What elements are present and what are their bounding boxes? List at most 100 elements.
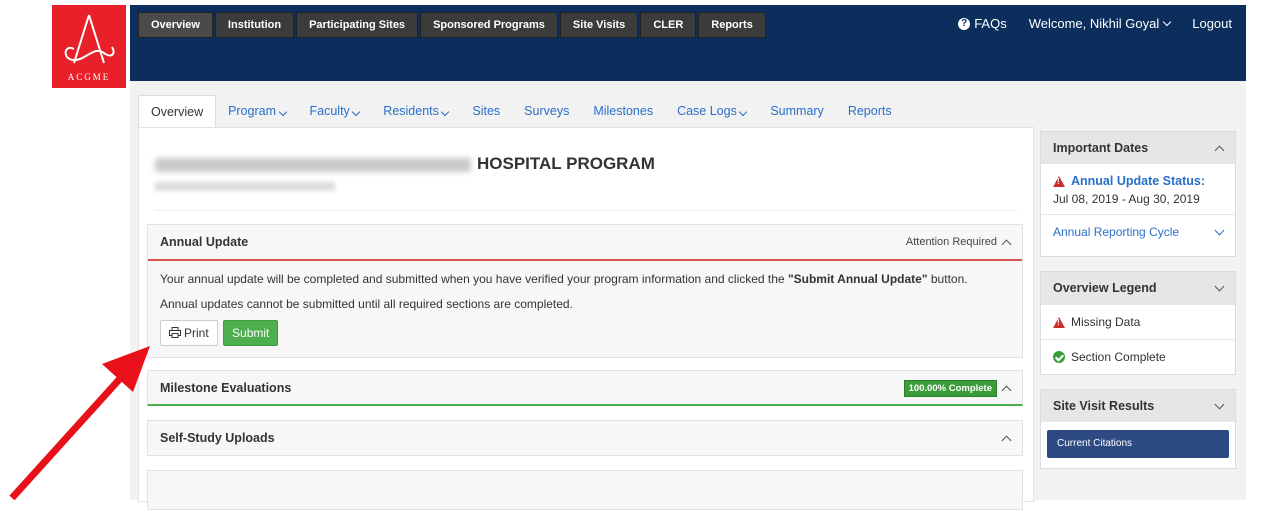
chevron-down-icon: [1214, 281, 1225, 291]
legend-section-complete: Section Complete: [1041, 339, 1235, 374]
chevron-down-icon: [1214, 225, 1225, 235]
overview-legend-title: Overview Legend: [1053, 281, 1157, 295]
arrow-shaft: [9, 369, 129, 500]
tab-reports[interactable]: Reports: [836, 95, 904, 127]
faqs-link[interactable]: ? FAQs: [958, 16, 1007, 31]
chevron-up-icon[interactable]: [1001, 239, 1012, 249]
annual-update-status-link[interactable]: Annual Update Status:: [1071, 174, 1205, 188]
milestone-evaluations-header[interactable]: Milestone Evaluations 100.00% Complete: [148, 371, 1022, 405]
legend-complete-label: Section Complete: [1071, 350, 1166, 364]
annual-update-actions: Print Submit: [148, 320, 1022, 346]
annual-update-instructions: Your annual update will be completed and…: [148, 271, 1022, 287]
annual-reporting-cycle-label: Annual Reporting Cycle: [1053, 225, 1180, 239]
overview-legend-header[interactable]: Overview Legend: [1041, 272, 1235, 304]
welcome-user-dropdown[interactable]: Welcome, Nikhil Goyal: [1028, 16, 1172, 31]
content-area: Overview Program Faculty Residents Sites…: [130, 81, 1246, 510]
chevron-up-icon[interactable]: [1001, 435, 1012, 445]
milestone-evaluations-title: Milestone Evaluations: [160, 381, 292, 395]
tab-residents-label: Residents: [383, 104, 439, 118]
topnav-overview[interactable]: Overview: [138, 12, 213, 38]
next-panel: [147, 470, 1023, 510]
top-header: Overview Institution Participating Sites…: [130, 5, 1246, 81]
question-circle-icon: ?: [958, 17, 971, 30]
annual-update-status-label: Attention Required: [905, 236, 997, 248]
check-circle-icon: [1053, 351, 1065, 363]
annual-reporting-cycle-row[interactable]: Annual Reporting Cycle: [1041, 214, 1235, 249]
divider: [155, 210, 1017, 211]
print-button[interactable]: Print: [160, 320, 218, 346]
redacted-program-subtitle: [155, 182, 335, 191]
redacted-program-name: [155, 157, 471, 172]
annual-update-note: Annual updates cannot be submitted until…: [160, 297, 573, 311]
important-dates-header[interactable]: Important Dates: [1041, 132, 1235, 164]
annual-update-dates: Jul 08, 2019 - Aug 30, 2019: [1053, 192, 1200, 206]
current-citations-button[interactable]: Current Citations: [1047, 430, 1229, 458]
self-study-uploads-header[interactable]: Self-Study Uploads: [148, 421, 1022, 455]
submit-button[interactable]: Submit: [223, 320, 279, 346]
user-menu-area: ? FAQs Welcome, Nikhil Goyal Logout: [958, 16, 1232, 31]
tab-summary[interactable]: Summary: [758, 95, 835, 127]
tab-case-logs-label: Case Logs: [677, 104, 737, 118]
logo-text: ACGME: [67, 72, 111, 82]
faqs-label: FAQs: [974, 16, 1007, 31]
chevron-up-icon[interactable]: [1001, 385, 1012, 395]
instructions-strong: "Submit Annual Update": [787, 272, 928, 286]
topnav-site-visits[interactable]: Site Visits: [559, 12, 639, 38]
overview-legend-card: Overview Legend Missing Data Section Com…: [1040, 271, 1236, 375]
chevron-down-icon: [278, 107, 287, 117]
chevron-down-icon: [1162, 17, 1172, 27]
chevron-up-icon: [1214, 145, 1225, 155]
topnav-cler[interactable]: CLER: [640, 12, 697, 38]
warning-icon: [1053, 175, 1065, 187]
topnav-sponsored-programs[interactable]: Sponsored Programs: [420, 12, 558, 38]
milestone-status: 100.00% Complete: [903, 379, 1012, 397]
complete-badge: 100.00% Complete: [903, 379, 997, 397]
legend-missing-data: Missing Data: [1041, 304, 1235, 339]
print-icon: [169, 327, 181, 338]
top-nav: Overview Institution Participating Sites…: [138, 12, 766, 38]
logo-mark-icon: [64, 14, 115, 64]
chevron-down-icon: [352, 107, 361, 117]
tab-program[interactable]: Program: [216, 95, 297, 127]
self-study-uploads-title: Self-Study Uploads: [160, 431, 275, 445]
topnav-institution[interactable]: Institution: [214, 12, 295, 38]
acgme-logo[interactable]: ACGME: [52, 5, 126, 88]
topnav-participating-sites[interactable]: Participating Sites: [296, 12, 419, 38]
tab-residents[interactable]: Residents: [371, 95, 460, 127]
tab-overview[interactable]: Overview: [138, 95, 217, 127]
site-visit-actions: Current Citations: [1041, 422, 1235, 466]
milestone-evaluations-panel: Milestone Evaluations 100.00% Complete: [147, 370, 1023, 406]
program-title-suffix: HOSPITAL PROGRAM: [477, 154, 655, 173]
tab-program-label: Program: [228, 104, 277, 118]
tab-faculty[interactable]: Faculty: [298, 95, 372, 127]
annual-update-status-block: Annual Update Status: Jul 08, 2019 - Aug…: [1041, 164, 1235, 214]
welcome-label: Welcome, Nikhil Goyal: [1028, 16, 1160, 31]
logout-link[interactable]: Logout: [1192, 16, 1232, 31]
tab-faculty-label: Faculty: [309, 104, 350, 118]
important-dates-card: Important Dates Annual Update Status: Ju…: [1040, 131, 1236, 257]
instructions-suffix: button.: [927, 272, 968, 286]
annual-update-status: Attention Required: [905, 236, 1012, 249]
important-dates-title: Important Dates: [1053, 141, 1149, 155]
print-label: Print: [184, 326, 209, 340]
program-title: HOSPITAL PROGRAM: [155, 154, 655, 174]
tab-case-logs[interactable]: Case Logs: [665, 95, 758, 127]
topnav-reports[interactable]: Reports: [698, 12, 766, 38]
warning-icon: [1053, 316, 1065, 328]
site-visit-results-header[interactable]: Site Visit Results: [1041, 390, 1235, 422]
tab-surveys[interactable]: Surveys: [512, 95, 581, 127]
site-visit-results-title: Site Visit Results: [1053, 399, 1155, 413]
chevron-down-icon: [1214, 399, 1225, 409]
annual-update-title: Annual Update: [160, 235, 249, 249]
main-panel: HOSPITAL PROGRAM Annual Update Attention…: [138, 127, 1034, 510]
self-study-uploads-panel: Self-Study Uploads: [147, 420, 1023, 456]
site-visit-results-card: Site Visit Results Current Citations: [1040, 389, 1236, 469]
tab-milestones[interactable]: Milestones: [581, 95, 665, 127]
legend-missing-label: Missing Data: [1071, 315, 1141, 329]
chevron-down-icon: [441, 107, 450, 117]
annual-update-panel: Annual Update Attention Required Your an…: [147, 224, 1023, 358]
chevron-down-icon: [739, 107, 748, 117]
instructions-prefix: Your annual update will be completed and…: [160, 272, 788, 286]
annual-update-header[interactable]: Annual Update Attention Required: [148, 225, 1022, 261]
tab-sites[interactable]: Sites: [460, 95, 512, 127]
